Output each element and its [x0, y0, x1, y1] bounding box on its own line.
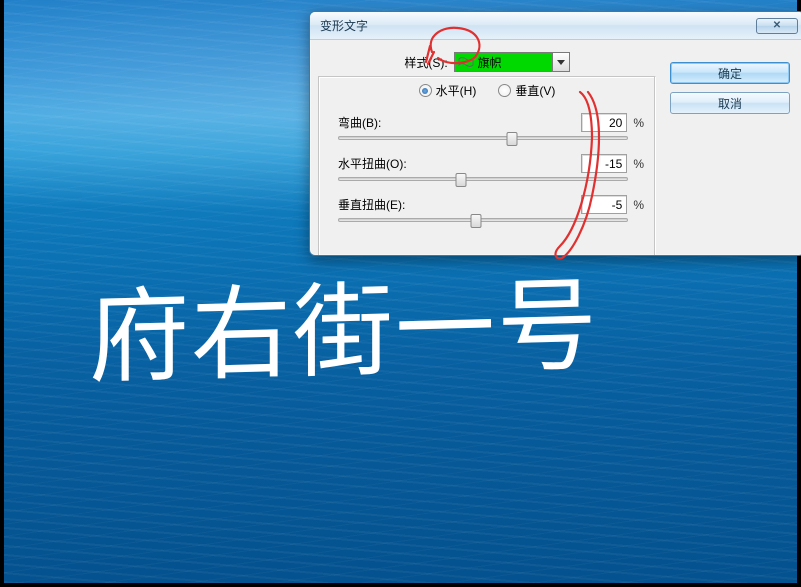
- vdist-slider[interactable]: [338, 218, 628, 222]
- dialog-titlebar[interactable]: 变形文字 ✕: [310, 12, 801, 40]
- hdist-label: 水平扭曲(O):: [338, 155, 407, 172]
- style-selected-item: 旗帜: [455, 53, 552, 71]
- orientation-row: 水平(H) 垂直(V): [324, 82, 650, 99]
- warp-text-dialog: 变形文字 ✕ 样式(S): 旗帜: [309, 11, 801, 256]
- ok-label: 确定: [718, 65, 742, 82]
- close-button[interactable]: ✕: [756, 18, 798, 34]
- close-icon: ✕: [773, 20, 781, 31]
- vdist-block: 垂直扭曲(E): %: [324, 195, 650, 222]
- hdist-block: 水平扭曲(O): %: [324, 154, 650, 181]
- hdist-unit: %: [633, 157, 644, 171]
- hdist-slider[interactable]: [338, 177, 628, 181]
- vdist-unit: %: [633, 198, 644, 212]
- bend-label: 弯曲(B):: [338, 114, 381, 131]
- radio-vertical-input[interactable]: [498, 84, 511, 97]
- flag-icon: [458, 56, 474, 68]
- options-area: 样式(S): 旗帜 水平(H): [324, 52, 650, 222]
- style-label: 样式(S):: [404, 54, 447, 71]
- chevron-down-icon: [557, 60, 565, 65]
- ok-button[interactable]: 确定: [670, 62, 790, 84]
- bend-slider[interactable]: [338, 136, 628, 140]
- bend-input[interactable]: [581, 113, 627, 132]
- warped-text-layer: 府右街一号: [89, 242, 599, 403]
- style-row: 样式(S): 旗帜: [324, 52, 650, 72]
- vdist-input[interactable]: [581, 195, 627, 214]
- bend-unit: %: [633, 116, 644, 130]
- style-selected-text: 旗帜: [478, 54, 502, 71]
- cancel-label: 取消: [718, 95, 742, 112]
- dialog-body: 样式(S): 旗帜 水平(H): [310, 40, 801, 255]
- vdist-label: 垂直扭曲(E):: [338, 196, 405, 213]
- hdist-input[interactable]: [581, 154, 627, 173]
- radio-horizontal[interactable]: 水平(H): [419, 82, 477, 99]
- bend-block: 弯曲(B): %: [324, 113, 650, 140]
- radio-vertical[interactable]: 垂直(V): [498, 82, 555, 99]
- cancel-button[interactable]: 取消: [670, 92, 790, 114]
- radio-vertical-label: 垂直(V): [515, 82, 555, 99]
- radio-horizontal-input[interactable]: [419, 84, 432, 97]
- dialog-title: 变形文字: [320, 17, 756, 34]
- radio-horizontal-label: 水平(H): [436, 82, 477, 99]
- vdist-thumb[interactable]: [470, 214, 481, 228]
- bend-thumb[interactable]: [506, 132, 517, 146]
- button-column: 确定 取消: [670, 62, 790, 114]
- dropdown-arrow[interactable]: [552, 53, 569, 71]
- hdist-thumb[interactable]: [456, 173, 467, 187]
- style-dropdown[interactable]: 旗帜: [454, 52, 570, 72]
